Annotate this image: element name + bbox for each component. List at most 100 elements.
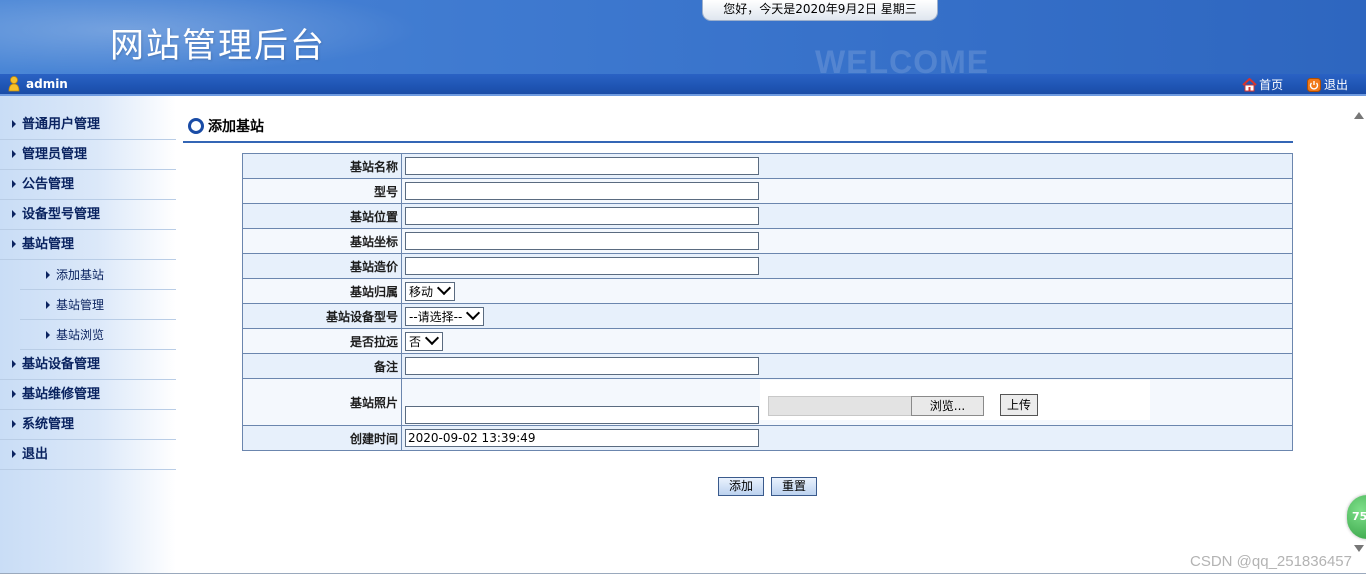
caret-right-icon [12,120,16,128]
caret-right-icon [12,150,16,158]
sidebar-item-label: 公告管理 [22,177,75,192]
form-row-remark: 备注 [242,353,1293,379]
caret-right-icon [46,301,50,309]
model-label: 型号 [242,178,402,204]
ring-icon [188,118,204,134]
sidebar-subitem-add-station[interactable]: 添加基站 [20,260,176,290]
logout-label: 退出 [1323,78,1348,92]
title-divider [183,141,1293,143]
reset-button[interactable]: 重置 [771,477,817,496]
cost-input[interactable] [405,257,759,275]
home-label: 首页 [1259,78,1284,92]
sidebar-item-admin-management[interactable]: 管理员管理 [0,140,176,170]
remark-label: 备注 [242,353,402,379]
created-time-input[interactable] [405,429,759,447]
form-row-owner: 基站归属 移动 [242,278,1293,304]
caret-right-icon [12,240,16,248]
sidebar-item-user-management[interactable]: 普通用户管理 [0,110,176,140]
home-icon [1242,78,1257,92]
location-input[interactable] [405,207,759,225]
add-button[interactable]: 添加 [718,477,764,496]
sidebar-item-label: 基站设备管理 [22,357,101,372]
model-input[interactable] [405,182,759,200]
welcome-watermark: WELCOME [815,44,990,74]
sidebar-subitem-station-browse[interactable]: 基站浏览 [20,320,176,350]
sidebar-subitem-station-management[interactable]: 基站管理 [20,290,176,320]
header-banner: 网站管理后台 WELCOME 您好，今天是2020年9月2日 星期三 [0,0,1366,74]
sidebar-item-system-management[interactable]: 系统管理 [0,410,176,440]
location-label: 基站位置 [242,203,402,229]
coords-label: 基站坐标 [242,228,402,254]
file-path-field[interactable] [768,396,912,416]
home-link[interactable]: 首页 [1242,78,1283,92]
sidebar-item-device-model-management[interactable]: 设备型号管理 [0,200,176,230]
sidebar-item-station-device-management[interactable]: 基站设备管理 [0,350,176,380]
scroll-up-arrow-icon[interactable] [1354,112,1364,119]
owner-label: 基站归属 [242,278,402,304]
power-icon [1306,78,1321,92]
remark-input[interactable] [405,357,759,375]
sidebar-item-label: 退出 [22,447,49,462]
page-title-text: 添加基站 [208,119,264,135]
photo-path-input[interactable] [405,406,759,424]
floating-badge[interactable]: 75 [1347,495,1366,539]
sidebar-item-label: 设备型号管理 [22,207,101,222]
chevron-down-icon [436,280,452,295]
form-row-device-model: 基站设备型号 --请选择-- [242,303,1293,329]
remote-label: 是否拉远 [242,328,402,354]
device-model-selected-value: --请选择-- [409,309,463,324]
caret-right-icon [12,420,16,428]
logout-link[interactable]: 退出 [1306,78,1348,92]
form-row-photo: 基站照片 浏览... 上传 [242,378,1293,426]
form-row-cost: 基站造价 [242,253,1293,279]
created-label: 创建时间 [242,425,402,451]
sidebar-item-label: 系统管理 [22,417,75,432]
caret-right-icon [12,210,16,218]
owner-select[interactable]: 移动 [405,280,456,301]
remote-selected-value: 否 [409,334,422,349]
station-name-input[interactable] [405,157,759,175]
sidebar-item-station-management[interactable]: 基站管理 [0,230,176,260]
user-bar: admin 首页 退出 [0,74,1366,96]
owner-selected-value: 移动 [409,284,434,299]
form-row-model: 型号 [242,178,1293,204]
form-row-location: 基站位置 [242,203,1293,229]
caret-right-icon [12,180,16,188]
caret-right-icon [12,390,16,398]
caret-right-icon [12,360,16,368]
form-row-created: 创建时间 [242,425,1293,451]
sidebar: 普通用户管理 管理员管理 公告管理 设备型号管理 基站管理 添加基站 基站管理 … [0,96,176,573]
caret-right-icon [46,331,50,339]
device-model-select[interactable]: --请选择-- [405,305,485,326]
form-row-coords: 基站坐标 [242,228,1293,254]
sidebar-subitem-label: 基站浏览 [56,328,105,342]
page-title: 添加基站 [188,116,264,136]
footer-divider [0,573,1366,574]
device-model-label: 基站设备型号 [242,303,402,329]
remote-select[interactable]: 否 [405,330,444,351]
name-label: 基站名称 [242,153,402,179]
scroll-down-arrow-icon[interactable] [1354,545,1364,552]
caret-right-icon [12,450,16,458]
coords-input[interactable] [405,232,759,250]
upload-button[interactable]: 上传 [1000,394,1038,416]
sidebar-item-label: 基站管理 [22,237,75,252]
user-icon [8,76,20,92]
cost-label: 基站造价 [242,253,402,279]
sidebar-item-label: 管理员管理 [22,147,88,162]
chevron-down-icon [466,305,481,320]
sidebar-item-notice-management[interactable]: 公告管理 [0,170,176,200]
sidebar-subitem-label: 添加基站 [56,268,105,282]
date-greeting: 您好，今天是2020年9月2日 星期三 [702,0,938,21]
chevron-down-icon [424,330,440,345]
browse-button[interactable]: 浏览... [911,396,984,416]
form-row-remote: 是否拉远 否 [242,328,1293,354]
username: admin [26,77,68,91]
site-title: 网站管理后台 [110,26,326,66]
sidebar-item-label: 基站维修管理 [22,387,101,402]
sidebar-item-label: 普通用户管理 [22,117,101,132]
sidebar-item-station-repair-management[interactable]: 基站维修管理 [0,380,176,410]
sidebar-item-logout[interactable]: 退出 [0,440,176,470]
top-links: 首页 退出 [1222,76,1348,93]
caret-right-icon [46,271,50,279]
